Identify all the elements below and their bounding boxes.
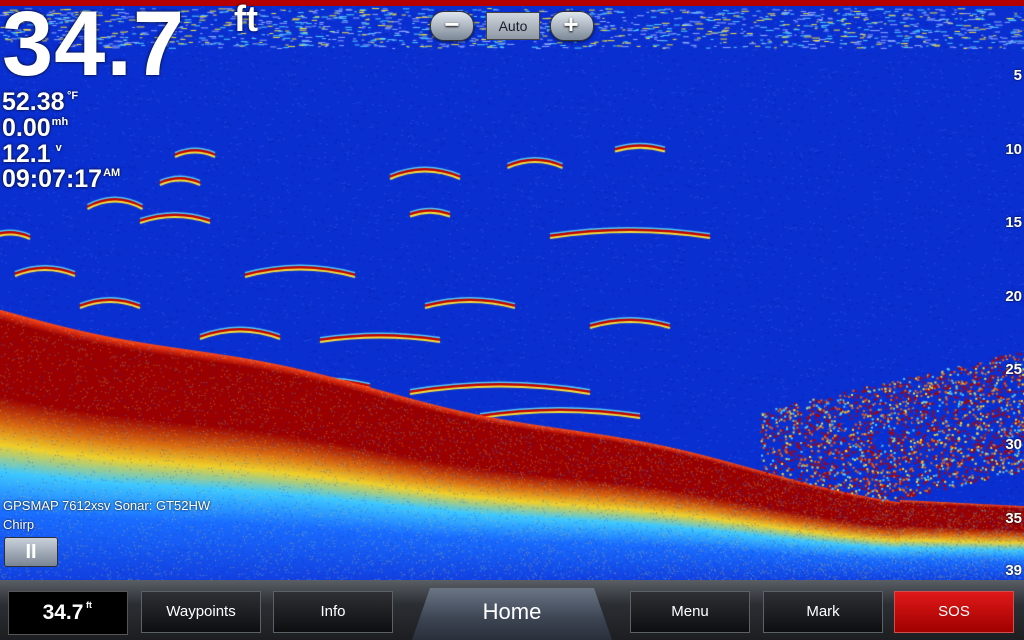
depth-scale-25: 25 bbox=[1005, 361, 1022, 378]
depth-scale-5: 5 bbox=[1013, 67, 1022, 84]
menu-button[interactable]: Menu bbox=[630, 591, 750, 633]
water-temp-value: 52.38 bbox=[2, 88, 65, 116]
speed-readout: 0.00mh bbox=[2, 114, 69, 142]
home-button[interactable]: Home bbox=[412, 588, 612, 640]
depth-box-unit: ft bbox=[85, 600, 92, 610]
pause-button[interactable]: II bbox=[4, 537, 58, 567]
voltage-readout: 12.1 v bbox=[2, 141, 66, 167]
time-readout: 09:07:17AM bbox=[2, 165, 121, 193]
speed-value: 0.00 bbox=[2, 114, 51, 142]
depth-readout: 34.7 bbox=[2, 0, 186, 95]
depth-data-box[interactable]: 34.7 ft bbox=[8, 591, 128, 635]
sonar-screen: 34.7 ft 52.38 °F 0.00mh 12.1 v 09:07:17AM … bbox=[0, 0, 1024, 640]
depth-scale-39: 39 bbox=[1005, 562, 1022, 579]
voltage-value: 12.1 bbox=[2, 140, 51, 168]
zoom-out-button[interactable]: − bbox=[432, 11, 472, 39]
depth-unit: ft bbox=[234, 0, 258, 39]
water-temp-readout: 52.38 °F bbox=[2, 89, 80, 115]
zoom-mode-button[interactable]: Auto bbox=[486, 12, 540, 40]
speed-unit: mh bbox=[51, 116, 69, 128]
depth-box-value: 34.7 bbox=[42, 601, 84, 624]
time-value: 09:07:17 bbox=[2, 165, 103, 193]
waypoints-button[interactable]: Waypoints bbox=[141, 591, 261, 633]
depth-scale-35: 35 bbox=[1005, 510, 1022, 527]
sonar-mode-label: Chirp bbox=[3, 517, 35, 532]
zoom-in-button[interactable]: + bbox=[551, 11, 591, 39]
mark-button[interactable]: Mark bbox=[763, 591, 883, 633]
sos-button[interactable]: SOS bbox=[894, 591, 1014, 633]
time-ampm: AM bbox=[103, 167, 121, 179]
depth-scale-20: 20 bbox=[1005, 288, 1022, 305]
sonar-source-info: GPSMAP 7612xsv Sonar: GT52HW Chirp bbox=[3, 496, 210, 534]
water-temp-unit: °F bbox=[67, 90, 79, 102]
info-button[interactable]: Info bbox=[273, 591, 393, 633]
voltage-unit: v bbox=[55, 142, 62, 154]
sonar-device-label: GPSMAP 7612xsv Sonar: GT52HW bbox=[3, 498, 211, 513]
depth-scale-30: 30 bbox=[1005, 436, 1022, 453]
depth-scale-15: 15 bbox=[1005, 214, 1022, 231]
depth-scale-10: 10 bbox=[1005, 141, 1022, 158]
